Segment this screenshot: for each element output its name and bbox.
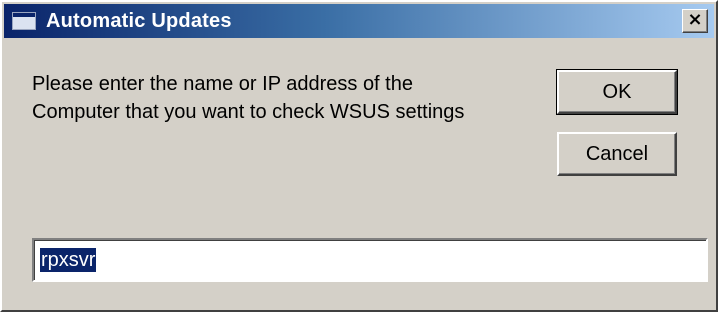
computer-name-value: rpxsvr	[40, 248, 97, 272]
close-icon[interactable]: ×	[682, 9, 708, 33]
cancel-button[interactable]: Cancel	[557, 132, 677, 176]
window-title: Automatic Updates	[46, 9, 232, 32]
prompt-text: Please enter the name or IP address of t…	[32, 70, 552, 126]
prompt-line-1: Please enter the name or IP address of t…	[32, 73, 413, 95]
ok-button[interactable]: OK	[556, 69, 678, 115]
computer-name-input[interactable]: rpxsvr	[32, 238, 708, 282]
title-bar[interactable]: Automatic Updates ×	[4, 4, 714, 38]
prompt-line-2: Computer that you want to check WSUS set…	[32, 101, 465, 123]
window-icon	[12, 12, 36, 30]
dialog-window: Automatic Updates × Please enter the nam…	[0, 0, 718, 312]
